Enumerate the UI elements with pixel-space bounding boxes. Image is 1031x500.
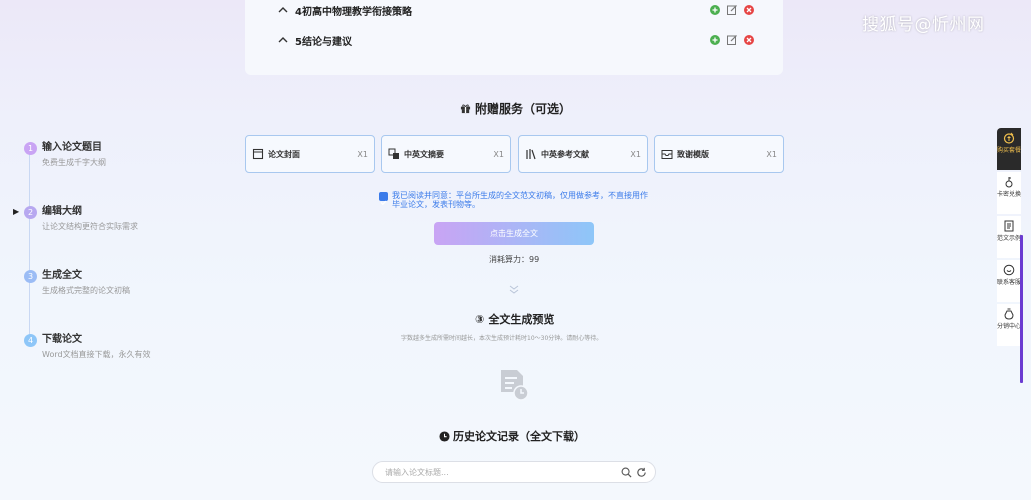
cover-icon — [252, 148, 264, 160]
step-desc: 生成格式完整的论文初稿 — [42, 286, 130, 295]
agreement-checkbox[interactable] — [379, 192, 388, 206]
sidebar-item-label: 联系客服 — [997, 279, 1022, 286]
sidebar-item-support[interactable]: 联系客服 — [997, 260, 1021, 302]
step-desc: 让论文结构更符合实际需求 — [42, 222, 138, 231]
service-name: 中英参考文献 — [541, 150, 589, 159]
gift-section-title: 附赠服务（可选） — [460, 100, 571, 117]
step-title: 编辑大纲 — [42, 206, 82, 217]
sidebar-item-label: 卡密兑换 — [997, 191, 1022, 198]
outline-item[interactable]: 5结论与建议 — [245, 31, 783, 51]
generate-fulltext-button[interactable]: 点击生成全文 — [434, 222, 594, 245]
step-desc: Word文档直接下载，永久有效 — [42, 350, 151, 359]
outline-item-label: 5结论与建议 — [295, 37, 352, 48]
envelope-icon — [661, 150, 673, 159]
edit-icon[interactable] — [726, 34, 738, 46]
sidebar-item-distribution[interactable]: 分销中心 — [997, 304, 1021, 346]
cost-text: 消耗算力：99 — [489, 255, 540, 264]
add-icon[interactable] — [709, 34, 721, 46]
service-name: 论文封面 — [268, 150, 300, 159]
outline-item[interactable]: 4初高中物理教学衔接策略 — [245, 1, 783, 21]
agreement-text: 我已阅读并同意：平台所生成的全文范文初稿，仅用做参考，不直接用作毕业论文，发表刊… — [392, 191, 648, 209]
history-title-text: 历史论文记录（全文下载） — [453, 430, 585, 443]
step-number: 1 — [24, 142, 37, 155]
sidebar-item-samples[interactable]: 范文示例 — [997, 216, 1021, 258]
service-name: 中英文摘要 — [404, 150, 444, 159]
chat-icon — [1003, 264, 1015, 276]
clock-icon — [439, 430, 450, 442]
step-title: 输入论文题目 — [42, 142, 102, 153]
service-name: 致谢模版 — [677, 150, 709, 159]
double-chevron-down-icon — [509, 285, 519, 294]
delete-icon[interactable] — [743, 4, 755, 16]
chevron-up-icon[interactable] — [277, 4, 289, 16]
service-card-references[interactable]: 中英参考文献 X1 — [518, 135, 648, 173]
sidebar-scroll-indicator[interactable] — [1020, 235, 1023, 383]
delete-icon[interactable] — [743, 34, 755, 46]
step-number: 3 — [24, 270, 37, 283]
step-title: 生成全文 — [42, 270, 82, 281]
service-qty: X1 — [766, 150, 777, 159]
key-icon — [1005, 177, 1013, 188]
chevron-up-icon[interactable] — [277, 34, 289, 46]
step-number: 4 — [24, 334, 37, 347]
moneybag-icon — [1004, 308, 1014, 320]
watermark: 搜狐号@忻州网 — [862, 15, 985, 35]
service-card-thanks[interactable]: 致谢模版 X1 — [654, 135, 784, 173]
books-icon — [526, 149, 536, 160]
preview-note: 字数越多生成所需时间越长，本次生成预计耗时10～30分钟。请耐心等待。 — [401, 335, 603, 342]
add-icon[interactable] — [709, 4, 721, 16]
current-step-arrow-icon: ▶ — [13, 207, 20, 216]
service-card-cover[interactable]: 论文封面 X1 — [245, 135, 375, 173]
history-search-input[interactable] — [385, 466, 605, 479]
gift-icon — [460, 104, 471, 114]
sidebar-item-buy[interactable]: 购买套餐 — [997, 128, 1021, 170]
step-title: 下载论文 — [42, 334, 82, 345]
service-card-abstract[interactable]: 中英文摘要 X1 — [381, 135, 511, 173]
step-number: 2 — [24, 206, 37, 219]
step-desc: 免费生成千字大纲 — [42, 158, 106, 167]
document-clock-icon — [501, 370, 529, 401]
preview-step-number: ③ — [475, 312, 485, 326]
search-icon[interactable] — [621, 467, 632, 478]
sidebar-item-label: 购买套餐 — [997, 147, 1022, 154]
edit-icon[interactable] — [726, 4, 738, 16]
preview-title: ③ 全文生成预览 — [475, 311, 554, 327]
history-title: 历史论文记录（全文下载） — [439, 428, 585, 444]
refresh-icon[interactable] — [636, 467, 647, 478]
sidebar-item-label: 范文示例 — [997, 235, 1022, 242]
sidebar-item-label: 分销中心 — [997, 323, 1022, 330]
history-search — [372, 461, 656, 483]
document-icon — [1004, 220, 1014, 232]
coin-icon — [1003, 132, 1015, 144]
abstract-icon — [388, 148, 399, 159]
service-qty: X1 — [493, 150, 504, 159]
service-qty: X1 — [630, 150, 641, 159]
gift-section-title-text: 附赠服务（可选） — [475, 102, 572, 116]
preview-title-text: 全文生成预览 — [488, 313, 555, 326]
sidebar-item-redeem[interactable]: 卡密兑换 — [997, 172, 1021, 214]
steps-connector — [29, 148, 30, 340]
outline-card: 4初高中物理教学衔接策略 5结论与建议 — [245, 0, 783, 75]
outline-item-label: 4初高中物理教学衔接策略 — [295, 7, 412, 18]
check-icon — [380, 200, 387, 206]
service-qty: X1 — [357, 150, 368, 159]
